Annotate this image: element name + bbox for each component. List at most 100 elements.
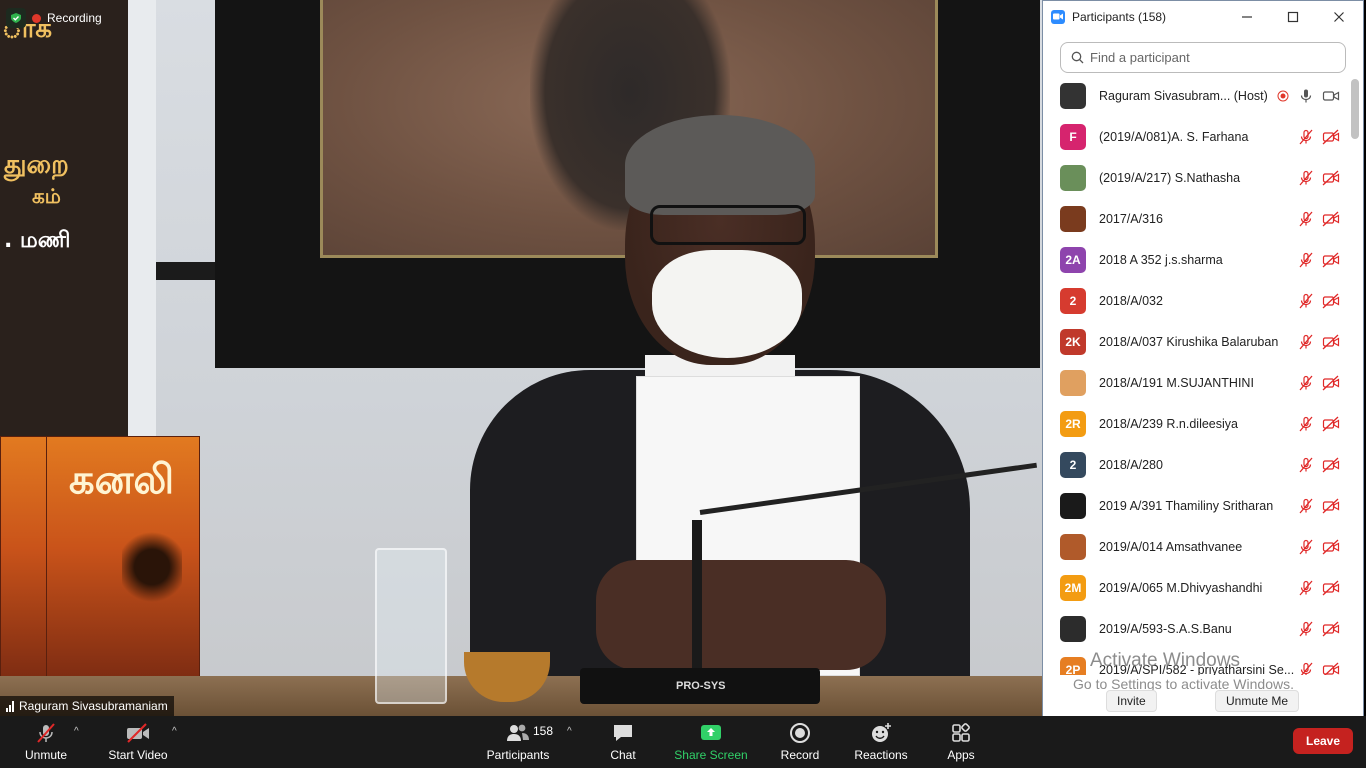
microphone-muted-icon[interactable] (1298, 293, 1314, 309)
participant-list-scrollbar[interactable] (1351, 79, 1359, 139)
participant-avatar (1060, 205, 1086, 232)
participant-row[interactable]: (2019/A/217) S.Nathasha (1043, 157, 1349, 198)
panel-titlebar: Participants (158) (1043, 1, 1363, 32)
search-icon (1071, 51, 1084, 64)
unmute-label: Unmute (24, 748, 68, 762)
participant-avatar: 2 (1060, 451, 1086, 478)
microphone-muted-icon[interactable] (1298, 539, 1314, 555)
participant-row[interactable]: 2019/A/014 Amsathvanee (1043, 526, 1349, 567)
camera-off-icon (1322, 416, 1340, 431)
minimize-button[interactable] (1237, 7, 1257, 27)
audio-options-caret[interactable]: ^ (74, 726, 79, 737)
participants-options-caret[interactable]: ^ (567, 726, 572, 737)
speaker-hands (596, 560, 886, 670)
microphone-muted-icon (35, 722, 57, 744)
microphone-muted-icon[interactable] (1298, 580, 1314, 596)
camera-icon (1322, 90, 1340, 101)
camera-off-icon (1322, 334, 1340, 349)
participant-row[interactable]: 2 2018/A/280 (1043, 444, 1349, 485)
apps-label: Apps (947, 748, 975, 762)
participant-avatar: 2 (1060, 287, 1086, 314)
participant-row[interactable]: 2019 A/391 Thamiliny Sritharan (1043, 485, 1349, 526)
speaker-mask (652, 250, 802, 358)
participant-name: 2019/A/014 Amsathvanee (1099, 539, 1243, 554)
participant-name: 2019/A/593-S.A.S.Banu (1099, 621, 1232, 636)
apps-button[interactable]: Apps (942, 716, 980, 768)
video-options-caret[interactable]: ^ (172, 726, 177, 737)
participant-row[interactable]: 2019/A/593-S.A.S.Banu (1043, 608, 1349, 649)
camera-off-icon (1322, 170, 1340, 185)
participant-row[interactable]: 2018/A/191 M.SUJANTHINI (1043, 362, 1349, 403)
invite-button[interactable]: Invite (1106, 690, 1157, 712)
book-cover-tree (122, 517, 182, 617)
book: கனலி (46, 436, 200, 686)
microphone-muted-icon[interactable] (1298, 252, 1314, 268)
microphone-muted-icon[interactable] (1298, 211, 1314, 227)
microphone-muted-icon[interactable] (1298, 170, 1314, 186)
participant-avatar: 2P (1060, 656, 1086, 675)
microphone-muted-icon[interactable] (1298, 662, 1314, 676)
participants-panel: Participants (158) Find a participant Ra… (1042, 0, 1364, 728)
close-button[interactable] (1329, 7, 1349, 27)
participant-row[interactable]: Raguram Sivasubram... (Host) (1043, 75, 1349, 116)
camera-off-icon (1322, 621, 1340, 636)
speaker-name: Raguram Sivasubramaniam (19, 699, 168, 713)
microphone-muted-icon[interactable] (1298, 621, 1314, 637)
participant-row[interactable]: 2A 2018 A 352 j.s.sharma (1043, 239, 1349, 280)
share-screen-button[interactable]: Share Screen (674, 716, 748, 768)
maximize-button[interactable] (1283, 7, 1303, 27)
participant-row[interactable]: 2M 2019/A/065 M.Dhivyashandhi (1043, 567, 1349, 608)
reactions-button[interactable]: Reactions (852, 716, 910, 768)
participant-row[interactable]: 2017/A/316 (1043, 198, 1349, 239)
banner-text: துறை (4, 150, 69, 180)
speaker-name-tag: Raguram Sivasubramaniam (0, 696, 174, 716)
participant-avatar (1060, 615, 1086, 642)
camera-off-icon (1322, 662, 1340, 675)
speaker-glasses (650, 205, 806, 245)
maximize-icon (1287, 11, 1299, 23)
zoom-app-icon (1051, 9, 1065, 24)
speaker-hair (625, 115, 815, 215)
record-button[interactable]: Record (778, 716, 822, 768)
share-screen-icon (699, 722, 723, 744)
microphone-muted-icon[interactable] (1298, 334, 1314, 350)
share-screen-label: Share Screen (674, 748, 748, 762)
apps-icon (950, 722, 972, 744)
camera-off-icon (125, 722, 151, 744)
background-banner: ாக துறை கம் . மணி (0, 0, 128, 440)
record-dot-icon (32, 13, 41, 23)
microphone-muted-icon[interactable] (1298, 498, 1314, 514)
participant-row[interactable]: 2K 2018/A/037 Kirushika Balaruban (1043, 321, 1349, 362)
camera-off-icon (1322, 252, 1340, 267)
participant-search-input[interactable]: Find a participant (1060, 42, 1346, 73)
record-label: Record (780, 748, 820, 762)
participant-row[interactable]: F (2019/A/081)A. S. Farhana (1043, 116, 1349, 157)
recording-status-icon (1277, 90, 1289, 101)
microphone-muted-icon[interactable] (1298, 457, 1314, 473)
microphone-muted-icon[interactable] (1298, 129, 1314, 145)
chat-label: Chat (610, 748, 636, 762)
chat-button[interactable]: Chat (602, 716, 644, 768)
unmute-me-button[interactable]: Unmute Me (1215, 690, 1300, 712)
minimize-icon (1242, 16, 1252, 18)
participant-row[interactable]: 2R 2018/A/239 R.n.dileesiya (1043, 403, 1349, 444)
banner-text: கம் (32, 184, 61, 208)
start-video-label: Start Video (108, 748, 168, 762)
unmute-button[interactable]: Unmute (18, 716, 74, 768)
participant-avatar (1060, 369, 1086, 396)
camera-off-icon (1322, 375, 1340, 390)
participant-avatar: F (1060, 123, 1086, 150)
participant-name: (2019/A/081)A. S. Farhana (1099, 129, 1249, 144)
participants-label: Participants (486, 748, 550, 762)
microphone-icon[interactable] (1298, 88, 1314, 104)
start-video-button[interactable]: Start Video (104, 716, 172, 768)
microphone-muted-icon[interactable] (1298, 375, 1314, 391)
leave-button[interactable]: Leave (1293, 728, 1353, 754)
microphone-muted-icon[interactable] (1298, 416, 1314, 432)
recording-indicator[interactable]: Recording (6, 8, 102, 28)
participant-row[interactable]: 2 2018/A/032 (1043, 280, 1349, 321)
camera-off-icon (1322, 211, 1340, 226)
participant-name: 2018/A/032 (1099, 293, 1163, 308)
participant-name: 2019/A/065 M.Dhivyashandhi (1099, 580, 1263, 595)
participant-avatar (1060, 533, 1086, 560)
